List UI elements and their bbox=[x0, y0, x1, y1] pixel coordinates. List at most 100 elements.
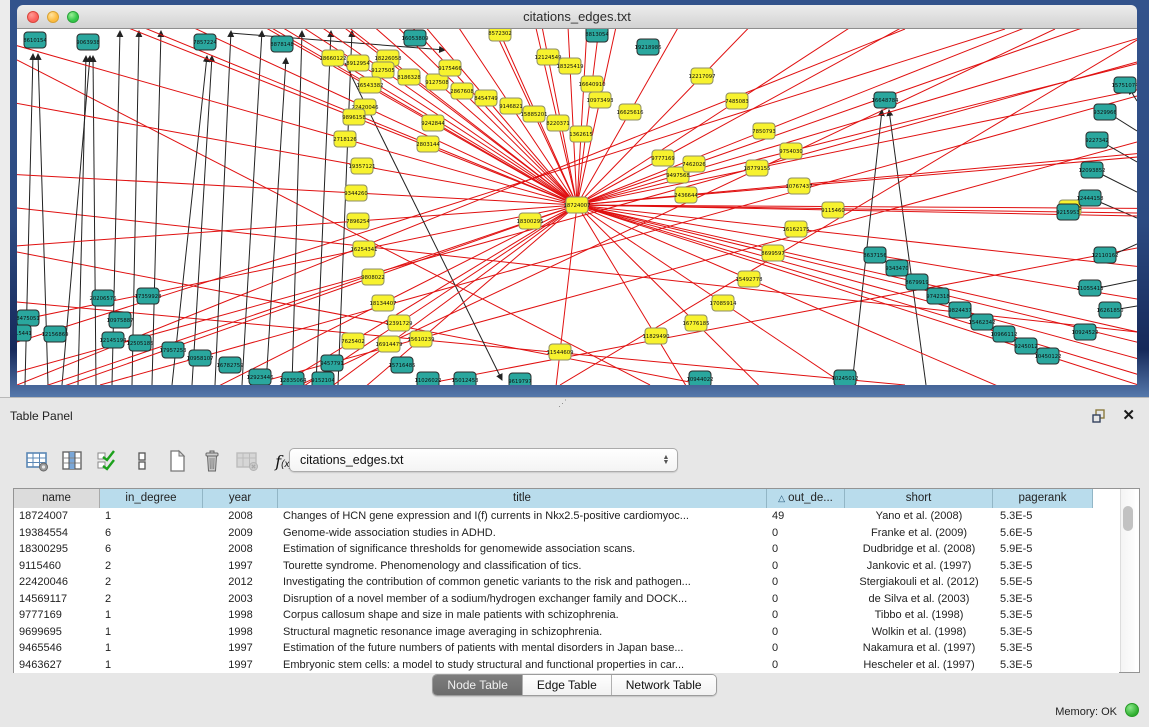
cell-title: Disruption of a novel member of a sodium… bbox=[278, 591, 767, 608]
toolbar-icons: f(x) bbox=[24, 444, 299, 478]
column-header-short[interactable]: short bbox=[845, 489, 993, 508]
table-row[interactable]: 946554611997Estimation of the future num… bbox=[14, 640, 1119, 657]
svg-text:16162175: 16162175 bbox=[783, 227, 810, 233]
cell-title: Genome-wide association studies in ADHD. bbox=[278, 525, 767, 542]
svg-text:15885201: 15885201 bbox=[521, 112, 548, 118]
select-rows-icon[interactable] bbox=[94, 447, 120, 475]
column-header-name[interactable]: name bbox=[14, 489, 100, 508]
svg-text:12110162: 12110162 bbox=[1092, 253, 1119, 259]
table-mode-icon[interactable] bbox=[24, 447, 50, 475]
network-canvas[interactable]: 1872400718300295186601228912954182260589… bbox=[17, 29, 1137, 385]
cell-year: 2012 bbox=[203, 574, 278, 591]
svg-text:10245012: 10245012 bbox=[832, 376, 859, 382]
column-header-year[interactable]: year bbox=[203, 489, 278, 508]
cell-year: 1997 bbox=[203, 640, 278, 657]
cell-year: 1998 bbox=[203, 624, 278, 641]
table-header-row: namein_degreeyeartitle△out_de...shortpag… bbox=[14, 489, 1093, 508]
svg-text:2803144: 2803144 bbox=[416, 142, 440, 148]
svg-text:9215953: 9215953 bbox=[1056, 210, 1080, 216]
svg-text:10944022: 10944022 bbox=[687, 377, 714, 383]
svg-text:10924522: 10924522 bbox=[1072, 330, 1099, 336]
table-row[interactable]: 2242004622012Investigating the contribut… bbox=[14, 574, 1119, 591]
cell-in_degree: 1 bbox=[100, 640, 203, 657]
svg-text:18300295: 18300295 bbox=[517, 219, 544, 225]
svg-text:16640910: 16640910 bbox=[579, 82, 607, 88]
column-header-in_degree[interactable]: in_degree bbox=[100, 489, 203, 508]
panel-resize-grip-icon[interactable]: ⋰ bbox=[558, 399, 570, 409]
close-panel-icon[interactable]: ✕ bbox=[1122, 406, 1135, 424]
cell-pagerank: 5.3E-5 bbox=[993, 624, 1093, 641]
select-columns-icon[interactable] bbox=[59, 447, 85, 475]
cell-pagerank: 5.9E-5 bbox=[993, 541, 1093, 558]
svg-text:8912954: 8912954 bbox=[346, 61, 370, 67]
svg-text:3915441: 3915441 bbox=[17, 331, 32, 337]
svg-text:16776185: 16776185 bbox=[683, 321, 710, 327]
svg-text:7625402: 7625402 bbox=[341, 339, 365, 345]
svg-text:15492778: 15492778 bbox=[736, 277, 764, 283]
svg-text:18134407: 18134407 bbox=[370, 301, 397, 307]
cell-name: 22420046 bbox=[14, 574, 100, 591]
svg-text:7896254: 7896254 bbox=[346, 219, 370, 225]
memory-status-label: Memory: OK bbox=[1055, 706, 1117, 718]
sort-ascending-icon: △ bbox=[778, 493, 785, 503]
table-row[interactable]: 1872400712008Changes of HCN gene express… bbox=[14, 508, 1119, 525]
scrollbar-thumb[interactable] bbox=[1123, 506, 1133, 531]
svg-text:9245012: 9245012 bbox=[1014, 344, 1038, 350]
cell-year: 2009 bbox=[203, 525, 278, 542]
tab-node-table[interactable]: Node Table bbox=[433, 675, 523, 696]
column-header-title[interactable]: title bbox=[278, 489, 767, 508]
svg-text:8878148: 8878148 bbox=[270, 42, 294, 48]
cell-name: 9777169 bbox=[14, 607, 100, 624]
svg-text:12444158: 12444158 bbox=[1077, 196, 1105, 202]
cell-title: Estimation of the future numbers of pati… bbox=[278, 640, 767, 657]
cell-short: Yano et al. (2008) bbox=[845, 508, 993, 525]
cell-short: Jankovic et al. (1997) bbox=[845, 558, 993, 575]
cell-name: 18300295 bbox=[14, 541, 100, 558]
svg-text:15012453: 15012453 bbox=[452, 378, 479, 384]
column-header-pagerank[interactable]: pagerank bbox=[993, 489, 1093, 508]
table-row[interactable]: 1456911722003Disruption of a novel membe… bbox=[14, 591, 1119, 608]
svg-text:9175466: 9175466 bbox=[438, 66, 462, 72]
svg-text:8454749: 8454749 bbox=[474, 96, 498, 102]
dropdown-arrows-icon: ▲▼ bbox=[659, 455, 677, 465]
svg-text:12923446: 12923446 bbox=[247, 375, 275, 381]
table-row[interactable]: 969969511998Structural magnetic resonanc… bbox=[14, 624, 1119, 641]
svg-text:15462342: 15462342 bbox=[969, 320, 996, 326]
window-titlebar[interactable]: citations_edges.txt bbox=[17, 5, 1137, 29]
cell-pagerank: 5.3E-5 bbox=[993, 657, 1093, 674]
table-row[interactable]: 1830029562008Estimation of significance … bbox=[14, 541, 1119, 558]
svg-text:12093852: 12093852 bbox=[1079, 168, 1106, 174]
svg-text:9242844: 9242844 bbox=[421, 121, 445, 127]
svg-text:10973493: 10973493 bbox=[587, 98, 614, 104]
svg-text:16053809: 16053809 bbox=[402, 36, 429, 42]
table-row[interactable]: 977716911998Corpus callosum shape and si… bbox=[14, 607, 1119, 624]
table-row[interactable]: 1938455462009Genome-wide association stu… bbox=[14, 525, 1119, 542]
cell-pagerank: 5.3E-5 bbox=[993, 607, 1093, 624]
column-header-out_degree[interactable]: △out_de... bbox=[767, 489, 845, 508]
svg-text:8572302: 8572302 bbox=[488, 31, 512, 37]
cell-name: 14569117 bbox=[14, 591, 100, 608]
svg-text:18660122: 18660122 bbox=[320, 56, 347, 62]
tab-edge-table[interactable]: Edge Table bbox=[523, 675, 612, 696]
new-column-icon[interactable] bbox=[164, 447, 190, 475]
svg-text:11026022: 11026022 bbox=[415, 378, 442, 384]
svg-text:17359928: 17359928 bbox=[135, 294, 163, 300]
row-height-icon[interactable] bbox=[129, 447, 155, 475]
vertical-scrollbar[interactable] bbox=[1120, 489, 1135, 672]
svg-text:11544609: 11544609 bbox=[547, 350, 574, 356]
table-row[interactable]: 946362711997Embryonic stem cells: a mode… bbox=[14, 657, 1119, 674]
float-panel-icon[interactable] bbox=[1091, 408, 1107, 424]
cell-pagerank: 5.3E-5 bbox=[993, 558, 1093, 575]
cell-out_degree: 0 bbox=[767, 624, 845, 641]
delete-column-icon[interactable] bbox=[199, 447, 225, 475]
svg-text:8699597: 8699597 bbox=[761, 251, 785, 257]
svg-text:10450122: 10450122 bbox=[1035, 354, 1062, 360]
svg-text:19218986: 19218986 bbox=[635, 45, 663, 51]
table-row[interactable]: 911546021997Tourette syndrome. Phenomeno… bbox=[14, 558, 1119, 575]
cell-in_degree: 1 bbox=[100, 624, 203, 641]
memory-ok-indicator bbox=[1125, 703, 1139, 717]
svg-text:9497568: 9497568 bbox=[666, 173, 690, 179]
table-selector-dropdown[interactable]: citations_edges.txt ▲▼ bbox=[289, 448, 678, 472]
tab-network-table[interactable]: Network Table bbox=[612, 675, 716, 696]
status-bar: Memory: OK bbox=[0, 698, 1149, 727]
